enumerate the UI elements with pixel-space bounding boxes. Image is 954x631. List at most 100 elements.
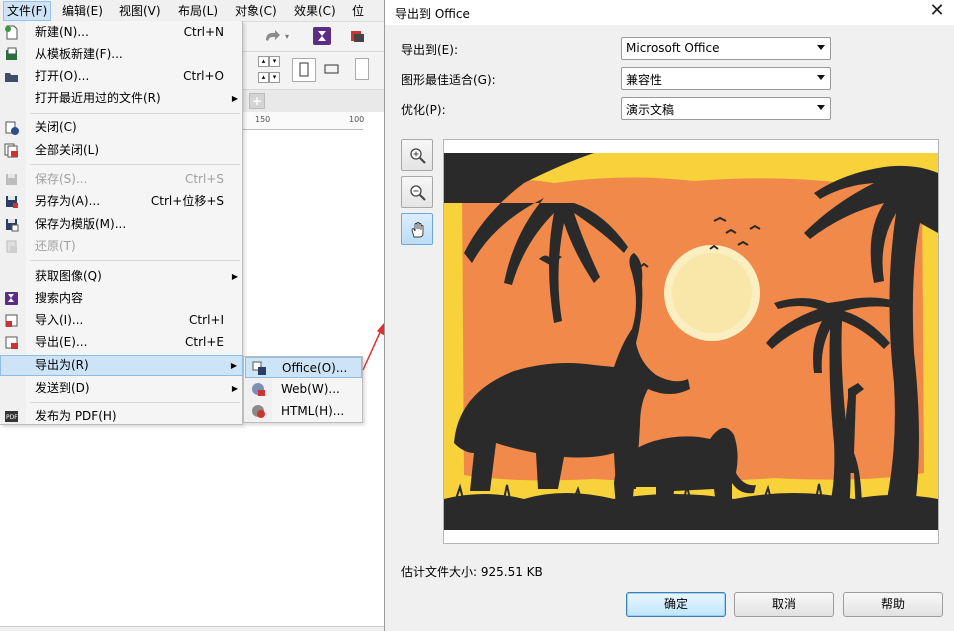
help-button[interactable]: 帮助 bbox=[843, 592, 943, 617]
file-menu: 新建(N)... Ctrl+N 从模板新建(F)... 打开(O)... Ctr… bbox=[0, 21, 243, 425]
submenu-item-label: Office(O)... bbox=[282, 361, 348, 375]
standard-toolbar: ▾ bbox=[243, 22, 384, 52]
submenu-arrow-icon: ▶ bbox=[230, 361, 237, 370]
chevron-down-icon bbox=[817, 75, 825, 80]
menu-item-search-content[interactable]: 搜索内容 bbox=[0, 288, 243, 309]
horizontal-ruler: 150 100 bbox=[243, 112, 364, 130]
menu-item-shortcut: Ctrl+O bbox=[183, 69, 224, 83]
add-tab-icon[interactable]: + bbox=[249, 93, 265, 109]
submenu-arrow-icon: ▶ bbox=[231, 94, 238, 103]
menu-item-shortcut: Ctrl+S bbox=[184, 172, 224, 186]
pan-button[interactable] bbox=[401, 213, 433, 245]
new-document-icon bbox=[5, 25, 18, 40]
menu-item-close[interactable]: 关闭(C) bbox=[0, 117, 243, 138]
svg-text:PDF: PDF bbox=[6, 414, 18, 421]
best-fit-label: 图形最佳适合(G): bbox=[401, 73, 496, 87]
export-to-office-dialog: 导出到 Office ✕ 导出到(E): Microsoft Office 图形… bbox=[384, 0, 954, 631]
page-options-button[interactable] bbox=[355, 58, 369, 80]
menu-effects[interactable]: 效果(C) bbox=[294, 3, 336, 19]
ruler-mark: 150 bbox=[255, 115, 271, 124]
preview-pane[interactable] bbox=[443, 139, 939, 544]
submenu-arrow-icon: ▶ bbox=[231, 272, 238, 281]
menu-separator bbox=[30, 402, 240, 403]
submenu-item-web[interactable]: Web(W)... bbox=[245, 379, 362, 400]
menu-item-export-as[interactable]: 导出为(R) ▶ bbox=[0, 355, 243, 376]
spin-down-icon[interactable]: ▾ bbox=[269, 72, 280, 83]
portrait-button[interactable] bbox=[292, 58, 316, 82]
spin-down-icon[interactable]: ▾ bbox=[269, 56, 280, 67]
menu-item-new-from-template[interactable]: 从模板新建(F)... bbox=[0, 44, 243, 65]
export-as-submenu: Office(O)... Web(W)... HTML(H)... bbox=[243, 356, 363, 423]
menu-item-revert[interactable]: 还原(T) bbox=[0, 236, 243, 257]
close-document-icon bbox=[5, 121, 19, 135]
menu-item-save[interactable]: 保存(S)... Ctrl+S bbox=[0, 169, 243, 190]
menu-item-open-recent[interactable]: 打开最近用过的文件(R) ▶ bbox=[0, 88, 243, 109]
menu-item-export[interactable]: 导出(E)... Ctrl+E bbox=[0, 332, 243, 353]
preview-image bbox=[444, 153, 938, 530]
menu-item-save-as[interactable]: 另存为(A)... Ctrl+位移+S bbox=[0, 191, 243, 212]
zoom-out-icon bbox=[410, 185, 426, 201]
ok-button[interactable]: 确定 bbox=[626, 592, 726, 617]
corel-connect-icon[interactable] bbox=[313, 27, 331, 45]
revert-icon bbox=[6, 240, 17, 253]
zoom-in-button[interactable] bbox=[401, 139, 433, 171]
menu-item-shortcut: Ctrl+N bbox=[183, 25, 224, 39]
landscape-button[interactable] bbox=[321, 58, 343, 80]
menu-position[interactable]: 位 bbox=[352, 3, 364, 19]
optimize-select[interactable]: 演示文稿 bbox=[621, 97, 831, 120]
menu-separator bbox=[30, 260, 240, 261]
menu-item-label: 还原(T) bbox=[35, 239, 76, 253]
zoom-out-button[interactable] bbox=[401, 176, 433, 208]
submenu-item-html[interactable]: HTML(H)... bbox=[245, 401, 362, 422]
menu-item-import[interactable]: 导入(I)... Ctrl+I bbox=[0, 310, 243, 331]
menu-item-label: 发送到(D) bbox=[35, 381, 90, 395]
menu-item-shortcut: Ctrl+位移+S bbox=[150, 194, 224, 208]
optimize-value: 演示文稿 bbox=[626, 103, 675, 117]
html-export-icon bbox=[252, 405, 265, 418]
menu-object[interactable]: 对象(C) bbox=[235, 3, 277, 19]
menu-item-send-to[interactable]: 发送到(D) ▶ bbox=[0, 378, 243, 399]
publish-icon[interactable] bbox=[349, 28, 365, 44]
redo-dropdown-icon[interactable]: ▾ bbox=[285, 32, 289, 41]
dialog-titlebar: 导出到 Office ✕ bbox=[385, 0, 954, 25]
menu-item-shortcut: Ctrl+E bbox=[185, 335, 224, 349]
import-icon bbox=[5, 314, 18, 327]
menu-item-label: 保存(S)... bbox=[35, 172, 88, 186]
menu-bar: 文件(F) 编辑(E) 视图(V) 布局(L) 对象(C) 效果(C) 位 bbox=[0, 0, 384, 22]
export-to-label: 导出到(E): bbox=[401, 43, 458, 57]
estimated-file-size: 估计文件大小: 925.51 KB bbox=[401, 565, 543, 579]
save-as-icon bbox=[6, 196, 18, 208]
menu-item-new[interactable]: 新建(N)... Ctrl+N bbox=[0, 22, 243, 43]
menu-item-acquire-image[interactable]: 获取图像(Q) ▶ bbox=[0, 266, 243, 287]
menu-item-label: 关闭(C) bbox=[35, 120, 77, 134]
cancel-button[interactable]: 取消 bbox=[734, 592, 834, 617]
export-to-select[interactable]: Microsoft Office bbox=[621, 37, 831, 60]
optimize-label: 优化(P): bbox=[401, 103, 446, 117]
menu-edit[interactable]: 编辑(E) bbox=[62, 3, 103, 19]
submenu-item-office[interactable]: Office(O)... bbox=[245, 357, 362, 378]
spin-up-icon[interactable]: ▴ bbox=[258, 72, 269, 83]
menu-file[interactable]: 文件(F) bbox=[3, 1, 52, 21]
zoom-in-icon bbox=[410, 148, 426, 164]
office-export-icon bbox=[252, 361, 266, 375]
menu-item-label: 导出为(R) bbox=[35, 358, 89, 372]
menu-item-publish-pdf[interactable]: PDF 发布为 PDF(H) bbox=[0, 406, 243, 427]
spin-up-icon[interactable]: ▴ bbox=[258, 56, 269, 67]
menu-item-close-all[interactable]: 全部关闭(L) bbox=[0, 140, 243, 161]
pdf-icon: PDF bbox=[5, 411, 18, 422]
submenu-item-label: Web(W)... bbox=[281, 382, 340, 396]
best-fit-select[interactable]: 兼容性 bbox=[621, 67, 831, 90]
best-fit-value: 兼容性 bbox=[626, 73, 663, 87]
menu-layout[interactable]: 布局(L) bbox=[178, 3, 218, 19]
menu-item-save-as-template[interactable]: 保存为模版(M)... bbox=[0, 214, 243, 235]
menu-item-label: 从模板新建(F)... bbox=[35, 47, 123, 61]
close-icon[interactable]: ✕ bbox=[928, 2, 946, 20]
menu-item-open[interactable]: 打开(O)... Ctrl+O bbox=[0, 66, 243, 87]
document-tabs: + bbox=[243, 90, 384, 112]
dialog-title: 导出到 Office bbox=[395, 7, 470, 21]
menu-view[interactable]: 视图(V) bbox=[119, 3, 161, 19]
menu-item-label: 发布为 PDF(H) bbox=[35, 409, 117, 423]
menu-item-label: 搜索内容 bbox=[35, 291, 84, 305]
redo-icon[interactable] bbox=[263, 28, 281, 44]
menu-item-label: 全部关闭(L) bbox=[35, 143, 100, 157]
